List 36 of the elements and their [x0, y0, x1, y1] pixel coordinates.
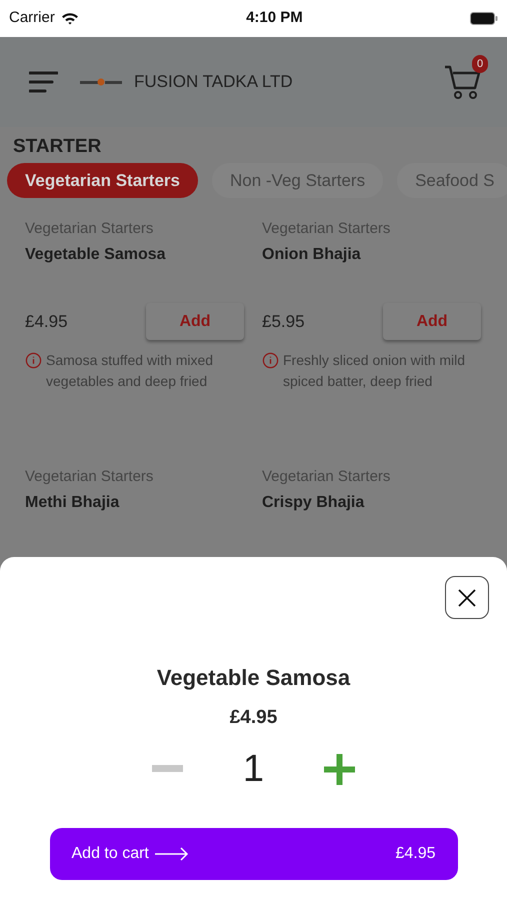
item-name: Methi Bhajia: [25, 493, 120, 513]
add-button[interactable]: Add: [146, 303, 244, 340]
battery-icon: [470, 12, 498, 25]
sheet-price: £4.95: [230, 706, 278, 730]
item-category: Vegetarian Starters: [25, 219, 154, 239]
item-name: Crispy Bhajia: [262, 493, 366, 513]
item-description: Freshly sliced onion with mild spiced batter, deep fried: [283, 351, 466, 391]
item-category: Vegetarian Starters: [262, 467, 392, 487]
carrier-label: Carrier: [9, 8, 55, 28]
item-name: Onion Bhajia: [262, 245, 362, 265]
info-icon: [25, 352, 42, 369]
add-button[interactable]: Add: [383, 303, 481, 340]
menu-icon[interactable]: [29, 71, 58, 93]
close-button[interactable]: [445, 576, 489, 619]
sheet-title: Vegetable Samosa: [156, 664, 350, 692]
category-tab[interactable]: Seafood S: [397, 163, 507, 198]
quantity-value: 1: [242, 746, 264, 792]
item-description: Samosa stuffed with mixed vegetables and deep fried: [46, 351, 214, 391]
section-title: STARTER: [13, 136, 102, 157]
item-price: £4.95: [25, 310, 68, 333]
item-category: Vegetarian Starters: [25, 467, 154, 487]
add-to-cart-button[interactable]: Add to cart £4.95: [50, 828, 458, 880]
logo-icon: [80, 77, 122, 87]
item-category: Vegetarian Starters: [262, 219, 392, 239]
info-icon: [262, 352, 279, 369]
wifi-icon: [60, 12, 79, 25]
item-name: Vegetable Samosa: [25, 245, 167, 265]
item-price: £5.95: [262, 310, 305, 333]
arrow-icon: [154, 846, 189, 860]
close-icon: [458, 588, 476, 606]
category-tab[interactable]: Vegetarian Starters: [7, 163, 198, 198]
category-tab[interactable]: Non -Veg Starters: [212, 163, 384, 198]
plus-icon[interactable]: [324, 754, 356, 784]
brand-name: FUSION TADKA LTD: [134, 71, 293, 94]
cart-badge: 0: [472, 55, 488, 73]
clock-time: 4:10 PM: [246, 8, 303, 28]
